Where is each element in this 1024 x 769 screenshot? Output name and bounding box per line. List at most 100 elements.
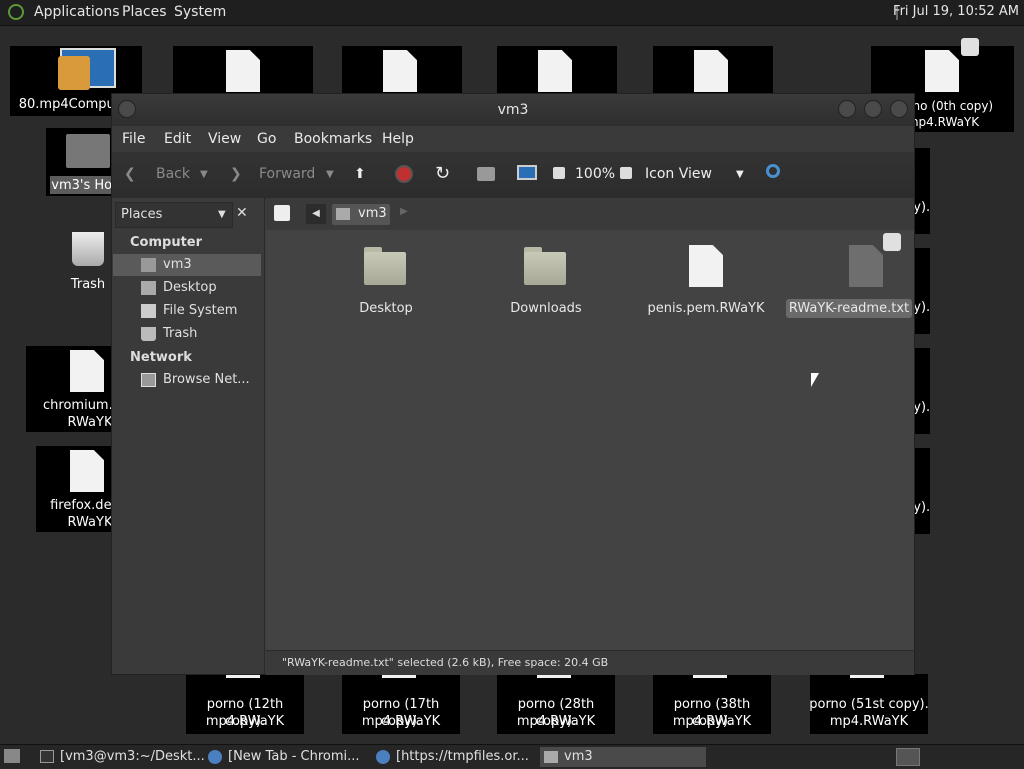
file-icon [226,50,260,92]
places-menu[interactable]: Places [122,4,167,20]
desktop-icon-file[interactable]: porno (17th copy). mp4.RWaYK [342,654,460,734]
file-item-desktop[interactable]: Desktop [321,247,451,317]
desktop-icon-trash[interactable]: Trash [60,226,116,292]
file-item-readme[interactable]: RWaYK-readme.txt [786,233,931,318]
folder-icon [364,247,406,285]
desktop-icon-partial[interactable]: py). [905,148,930,234]
maximize-icon[interactable] [864,100,882,118]
home-icon [141,258,156,272]
workspace-switcher-icon[interactable] [896,748,920,766]
search-icon[interactable] [766,164,780,178]
close-sidebar-icon[interactable]: ✕ [236,205,248,221]
status-text: "RWaYK-readme.txt" selected (2.6 kB), Fr… [282,656,609,669]
file-icon [70,450,104,492]
places-combo[interactable]: Places ▼ [115,202,233,228]
desktop-icon-file[interactable]: porno (51st copy). mp4.RWaYK [809,654,929,734]
taskbar-item-terminal[interactable]: [vm3@vm3:~/Deskt... [36,747,205,767]
sidebar-item-trash[interactable]: Trash [113,323,261,345]
applications-menu[interactable]: Applications [34,4,120,20]
system-menu[interactable]: System [174,4,226,20]
menubar: File Edit View Go Bookmarks Help [112,126,914,152]
chromium-icon [376,750,390,764]
trash-icon [141,327,156,341]
file-view[interactable]: Desktop Downloads penis.pem.RWaYK RWaYK-… [266,230,914,650]
desktop-icon-label: mp4.RWaYK [205,714,285,729]
sidebar-item-file-system[interactable]: File System [113,300,261,322]
close-icon[interactable] [890,100,908,118]
home-icon [336,208,350,220]
path-back-icon[interactable]: ◀ [306,204,326,224]
zoom-in-icon[interactable] [620,167,632,179]
desktop-icon-file[interactable] [342,46,462,94]
menu-help[interactable]: Help [382,131,414,147]
minimize-icon[interactable] [838,100,856,118]
path-bar: ◀ vm3 ▶ [266,198,914,230]
sidebar: Places ▼ ✕ Computer vm3 Desktop File Sys… [112,198,265,674]
places-combo-label: Places [121,207,163,222]
desktop-icon-partial[interactable]: py). [905,448,930,534]
taskbar-item-vm3[interactable]: vm3 [540,747,706,767]
menu-view[interactable]: View [208,131,241,147]
menu-edit[interactable]: Edit [164,131,191,147]
file-item-downloads[interactable]: Downloads [481,247,611,317]
zoom-level: 100% [575,166,616,182]
computer-icon[interactable] [517,165,537,180]
mouse-cursor [811,373,819,387]
distro-logo-icon[interactable] [8,4,24,20]
up-arrow-icon[interactable]: ⬆ [354,166,366,182]
desktop-icon-file[interactable]: porno (28th copy). mp4.RWaYK [497,654,615,734]
folder-icon [524,247,566,285]
menu-go[interactable]: Go [257,131,276,147]
drive-icon [141,304,156,318]
home-icon[interactable] [477,167,495,181]
show-desktop-icon[interactable] [4,749,20,763]
file-icon [925,50,959,92]
desktop-icon-partial[interactable]: py). [905,348,930,434]
path-button-vm3[interactable]: vm3 [332,204,390,225]
desktop-icon-file[interactable] [497,46,617,94]
desktop-icon-file[interactable] [653,46,773,94]
forward-arrow-icon: ❯ [230,166,242,182]
desktop-icon-label: mp4.RWaYK [829,714,909,729]
sidebar-header-computer: Computer [130,235,203,250]
view-mode-dropdown-icon[interactable]: ▼ [736,169,744,180]
view-mode-select[interactable]: Icon View [645,166,712,182]
menu-file[interactable]: File [122,131,145,147]
home-folder-icon [66,134,110,168]
top-panel: Applications Places System Fri Jul 19, 1… [0,0,1024,26]
taskbar-item-chromium-tmpfiles[interactable]: [https://tmpfiles.or... [372,747,538,767]
network-icon [141,373,156,387]
file-icon [689,245,723,287]
edit-location-icon[interactable] [274,205,290,221]
toolbar: ❮ Back ▼ ❯ Forward ▼ ⬆ ↻ 100% Icon View … [112,152,914,199]
desktop-icon-file[interactable] [173,46,313,94]
file-icon [383,50,417,92]
lock-icon [961,38,979,56]
home-folder-icon [544,751,558,763]
reload-icon[interactable]: ↻ [435,163,450,184]
clock[interactable]: Fri Jul 19, 10:52 AM [893,4,1019,19]
path-forward-icon[interactable]: ▶ [400,206,408,217]
file-icon [694,50,728,92]
stop-icon[interactable] [395,165,413,183]
desktop-icon-label: mp4.RWaYK [516,714,596,729]
sidebar-item-vm3[interactable]: vm3 [113,254,261,276]
sidebar-item-browse-network[interactable]: Browse Net... [113,369,261,391]
file-manager-window: vm3 File Edit View Go Bookmarks Help ❮ B… [111,93,915,675]
back-dropdown-icon[interactable]: ▼ [200,169,208,180]
back-arrow-icon: ❮ [124,166,136,182]
desktop-icon-file[interactable]: porno (38th copy). mp4.RWaYK [653,654,771,734]
forward-button[interactable]: Forward [259,166,315,182]
zoom-out-icon[interactable] [553,167,565,179]
desktop-icon-label: porno (51st copy). [809,697,929,712]
forward-dropdown-icon[interactable]: ▼ [326,169,334,180]
back-button[interactable]: Back [156,166,190,182]
sidebar-item-desktop[interactable]: Desktop [113,277,261,299]
terminal-icon [40,750,54,763]
taskbar-item-chromium-new-tab[interactable]: [New Tab - Chromi... [204,747,370,767]
desktop-icon-file[interactable]: porno (12th copy). mp4.RWaYK [186,654,304,734]
window-titlebar[interactable]: vm3 [112,94,914,126]
file-item-penis-pem[interactable]: penis.pem.RWaYK [641,245,771,317]
menu-bookmarks[interactable]: Bookmarks [294,131,372,147]
chromium-icon [208,750,222,764]
